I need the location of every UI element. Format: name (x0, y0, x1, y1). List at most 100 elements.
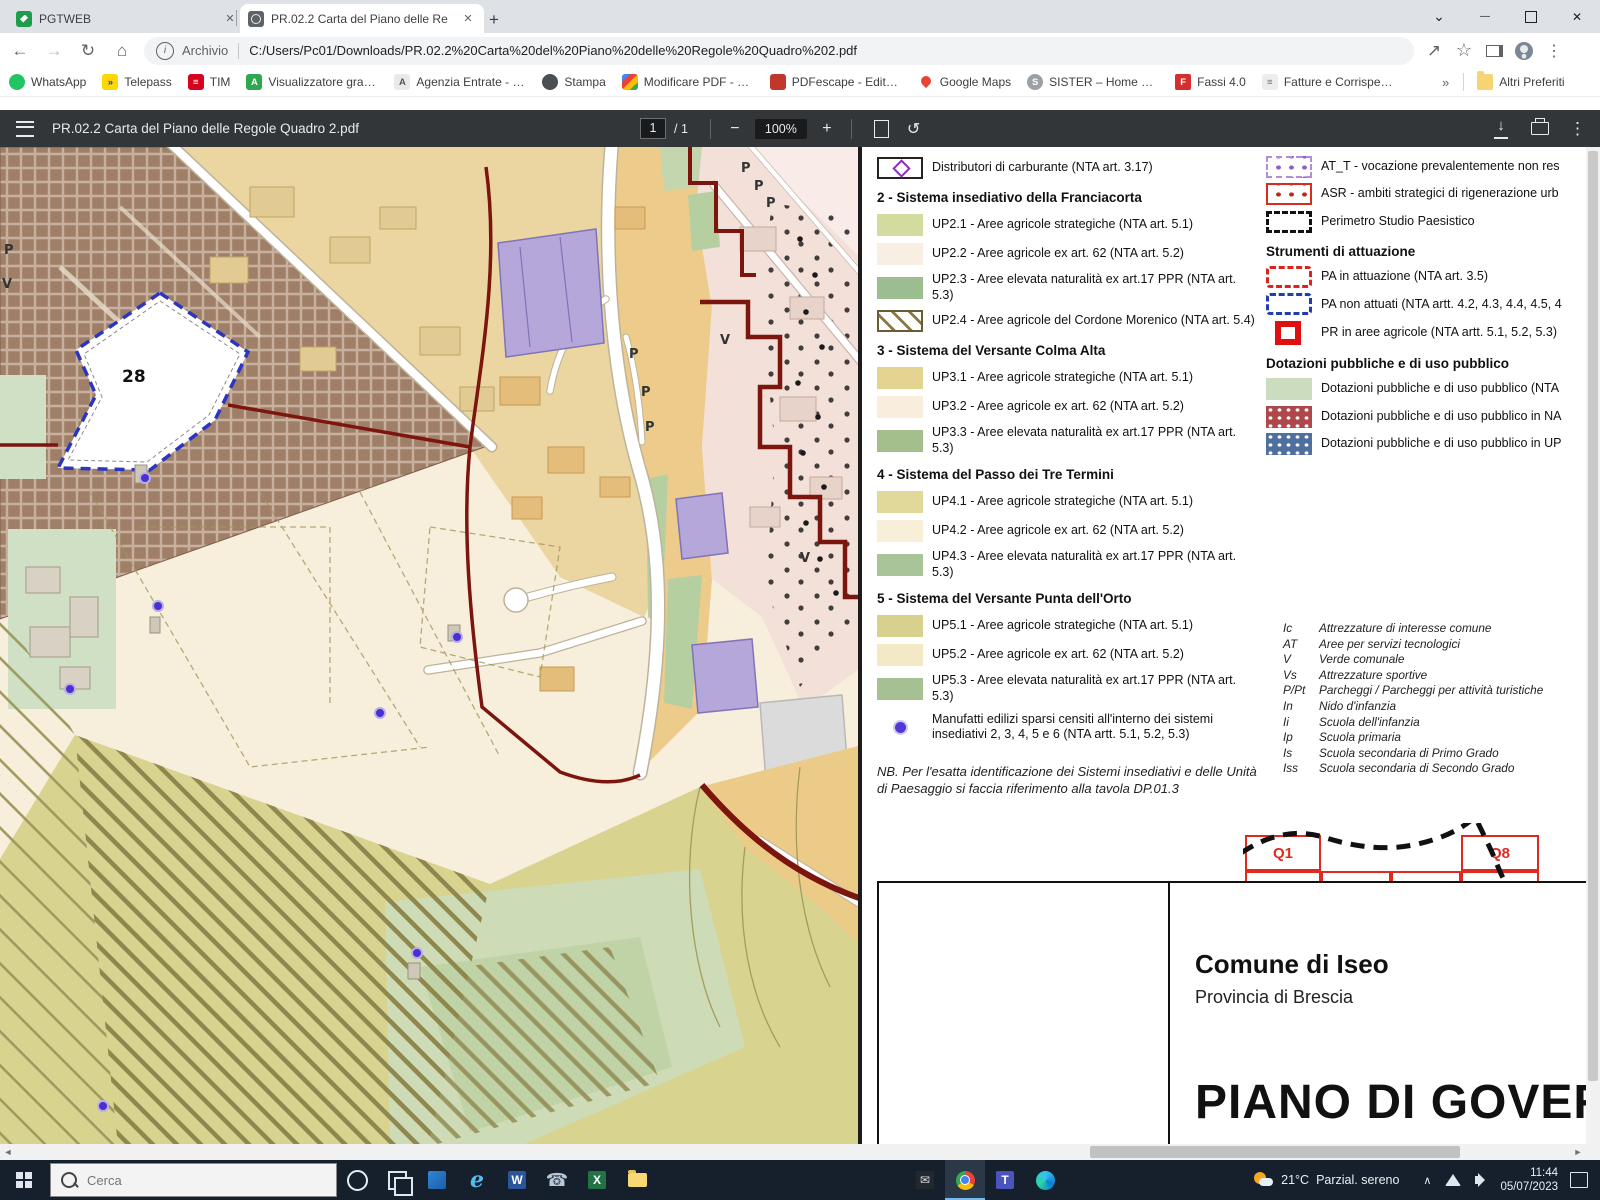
legend-row: UP3.2 - Aree agricole ex art. 62 (NTA ar… (877, 396, 1259, 418)
bookmark-label: Modificare PDF - M... (644, 75, 754, 89)
legend-row: UP3.1 - Aree agricole strategiche (NTA a… (877, 367, 1259, 389)
horizontal-scrollbar[interactable] (0, 1144, 1586, 1160)
share-icon[interactable] (1420, 37, 1448, 65)
taskbar-app-icon[interactable]: e (457, 1160, 497, 1200)
weather-widget[interactable]: 21°C Parzial. sereno (1246, 1172, 1414, 1188)
bookmark-item[interactable]: PDFescape - Editor... (763, 70, 909, 94)
fit-page-icon[interactable] (874, 120, 889, 138)
reload-icon[interactable]: ↻ (74, 37, 102, 65)
tab-pgtweb[interactable]: PGTWEB (8, 4, 246, 33)
abbreviation-key: Ii (1283, 715, 1319, 731)
print-icon[interactable] (1531, 122, 1549, 135)
maximize-button[interactable] (1508, 0, 1554, 33)
taskbar-app-icon[interactable] (337, 1160, 377, 1200)
home-icon[interactable]: ⌂ (108, 37, 136, 65)
download-icon[interactable] (1489, 117, 1513, 141)
taskbar-clock[interactable]: 11:44 05/07/2023 (1492, 1166, 1566, 1194)
tab-search-icon[interactable] (1416, 0, 1462, 33)
toolbar-divider (851, 119, 852, 139)
tray-expand-icon[interactable] (1414, 1160, 1440, 1200)
bookmark-item[interactable]: A Visualizzatore gratu... (239, 70, 385, 94)
legend-swatch (877, 520, 923, 542)
start-button[interactable] (0, 1160, 48, 1200)
other-bookmarks-button[interactable]: Altri Preferiti (1470, 70, 1571, 94)
bookmark-item[interactable]: WhatsApp (2, 70, 93, 94)
browser-menu-icon[interactable] (1540, 37, 1568, 65)
screen: PGTWEB PR.02.2 Carta del Piano delle Re … (0, 0, 1600, 1200)
taskbar-app-icon[interactable] (1025, 1160, 1065, 1200)
rotate-icon[interactable] (907, 119, 920, 139)
bookmark-item[interactable]: ≡ TIM (181, 70, 238, 94)
zoom-level[interactable]: 100% (755, 119, 807, 139)
action-center-icon[interactable] (1570, 1172, 1588, 1188)
taskbar-app-icon[interactable]: X (577, 1160, 617, 1200)
taskbar-app-icon[interactable] (945, 1160, 985, 1200)
page-info-icon[interactable] (156, 42, 174, 60)
bookmark-item[interactable]: S SISTER – Home Page (1020, 70, 1166, 94)
bookmark-label: Stampa (564, 75, 605, 89)
bookmark-icon (9, 74, 25, 90)
bookmark-star-icon[interactable] (1450, 37, 1478, 65)
horizontal-scroll-thumb[interactable] (1090, 1146, 1460, 1158)
taskbar-app-icon[interactable]: W (497, 1160, 537, 1200)
minimize-button[interactable] (1462, 0, 1508, 33)
abbreviation-key: Iss (1283, 761, 1319, 777)
app-icon (1036, 1171, 1055, 1190)
bookmark-item[interactable]: » Telepass (95, 70, 178, 94)
bookmark-icon (542, 74, 558, 90)
profile-avatar[interactable] (1510, 37, 1538, 65)
windows-logo-icon (16, 1172, 32, 1188)
volume-icon[interactable] (1466, 1160, 1492, 1200)
search-icon (61, 1172, 77, 1188)
legend-row: 5 - Sistema del Versante Punta dell'Orto (877, 591, 1259, 608)
tab-pdf[interactable]: PR.02.2 Carta del Piano delle Re (240, 4, 484, 33)
network-icon[interactable] (1440, 1160, 1466, 1200)
title-block-divider (1168, 883, 1170, 1144)
vertical-scroll-thumb[interactable] (1588, 151, 1598, 1081)
taskbar-app-icon[interactable] (417, 1160, 457, 1200)
abbreviation-value: Parcheggi / Parcheggi per attività turis… (1319, 683, 1543, 699)
zoom-out-button[interactable]: − (723, 117, 747, 141)
taskbar-app-icon[interactable]: T (985, 1160, 1025, 1200)
omnibox[interactable]: Archivio C:/Users/Pc01/Downloads/PR.02.2… (144, 37, 1414, 65)
scroll-right-icon[interactable] (1570, 1144, 1586, 1160)
bookmark-item[interactable]: F Fassi 4.0 (1168, 70, 1253, 94)
clock-date: 05/07/2023 (1500, 1180, 1558, 1194)
omnibox-url[interactable]: C:/Users/Pc01/Downloads/PR.02.2%20Carta%… (249, 43, 857, 58)
scroll-left-icon[interactable] (0, 1144, 16, 1160)
bookmark-item[interactable]: A Agenzia Entrate - B... (387, 70, 533, 94)
forward-icon[interactable]: → (40, 37, 68, 65)
pdf-more-icon[interactable] (1569, 119, 1586, 139)
weather-icon (1254, 1172, 1274, 1188)
side-panel-icon[interactable] (1480, 37, 1508, 65)
bookmark-item[interactable]: Google Maps (911, 70, 1018, 94)
vertical-scrollbar[interactable] (1586, 147, 1600, 1160)
bookmarks-overflow-icon[interactable] (1432, 75, 1459, 90)
legend-row: UP5.3 - Aree elevata naturalità ex art.1… (877, 673, 1259, 704)
taskbar-app-icon[interactable]: ✉ (905, 1160, 945, 1200)
bookmark-item[interactable]: ≡ Fatture e Corrispetti... (1255, 70, 1401, 94)
window-controls (1416, 0, 1600, 33)
taskbar-app-icon[interactable] (377, 1160, 417, 1200)
zoom-in-button[interactable]: + (815, 117, 839, 141)
abbreviation-value: Nido d'infanzia (1319, 699, 1396, 715)
bookmark-label: Telepass (124, 75, 171, 89)
back-icon[interactable]: ← (6, 37, 34, 65)
page-number-input[interactable]: 1 (640, 118, 666, 139)
bookmark-item[interactable]: Stampa (535, 70, 612, 94)
search-input[interactable] (85, 1172, 309, 1189)
taskbar-app-icon[interactable]: ☎ (537, 1160, 577, 1200)
bookmark-icon: ≡ (1262, 74, 1278, 90)
new-tab-button[interactable] (482, 8, 506, 32)
app-icon: ✉ (916, 1171, 934, 1189)
map-canvas[interactable] (0, 147, 862, 1144)
abbreviation-key: Ip (1283, 730, 1319, 746)
taskbar-search[interactable] (50, 1163, 337, 1197)
taskbar-app-icon[interactable] (617, 1160, 657, 1200)
tab-close-icon[interactable] (460, 11, 476, 27)
abbreviation-key: Is (1283, 746, 1319, 762)
bookmark-item[interactable]: Modificare PDF - M... (615, 70, 761, 94)
pdf-menu-icon[interactable] (16, 121, 34, 137)
app-icon (428, 1171, 446, 1189)
close-button[interactable] (1554, 0, 1600, 33)
